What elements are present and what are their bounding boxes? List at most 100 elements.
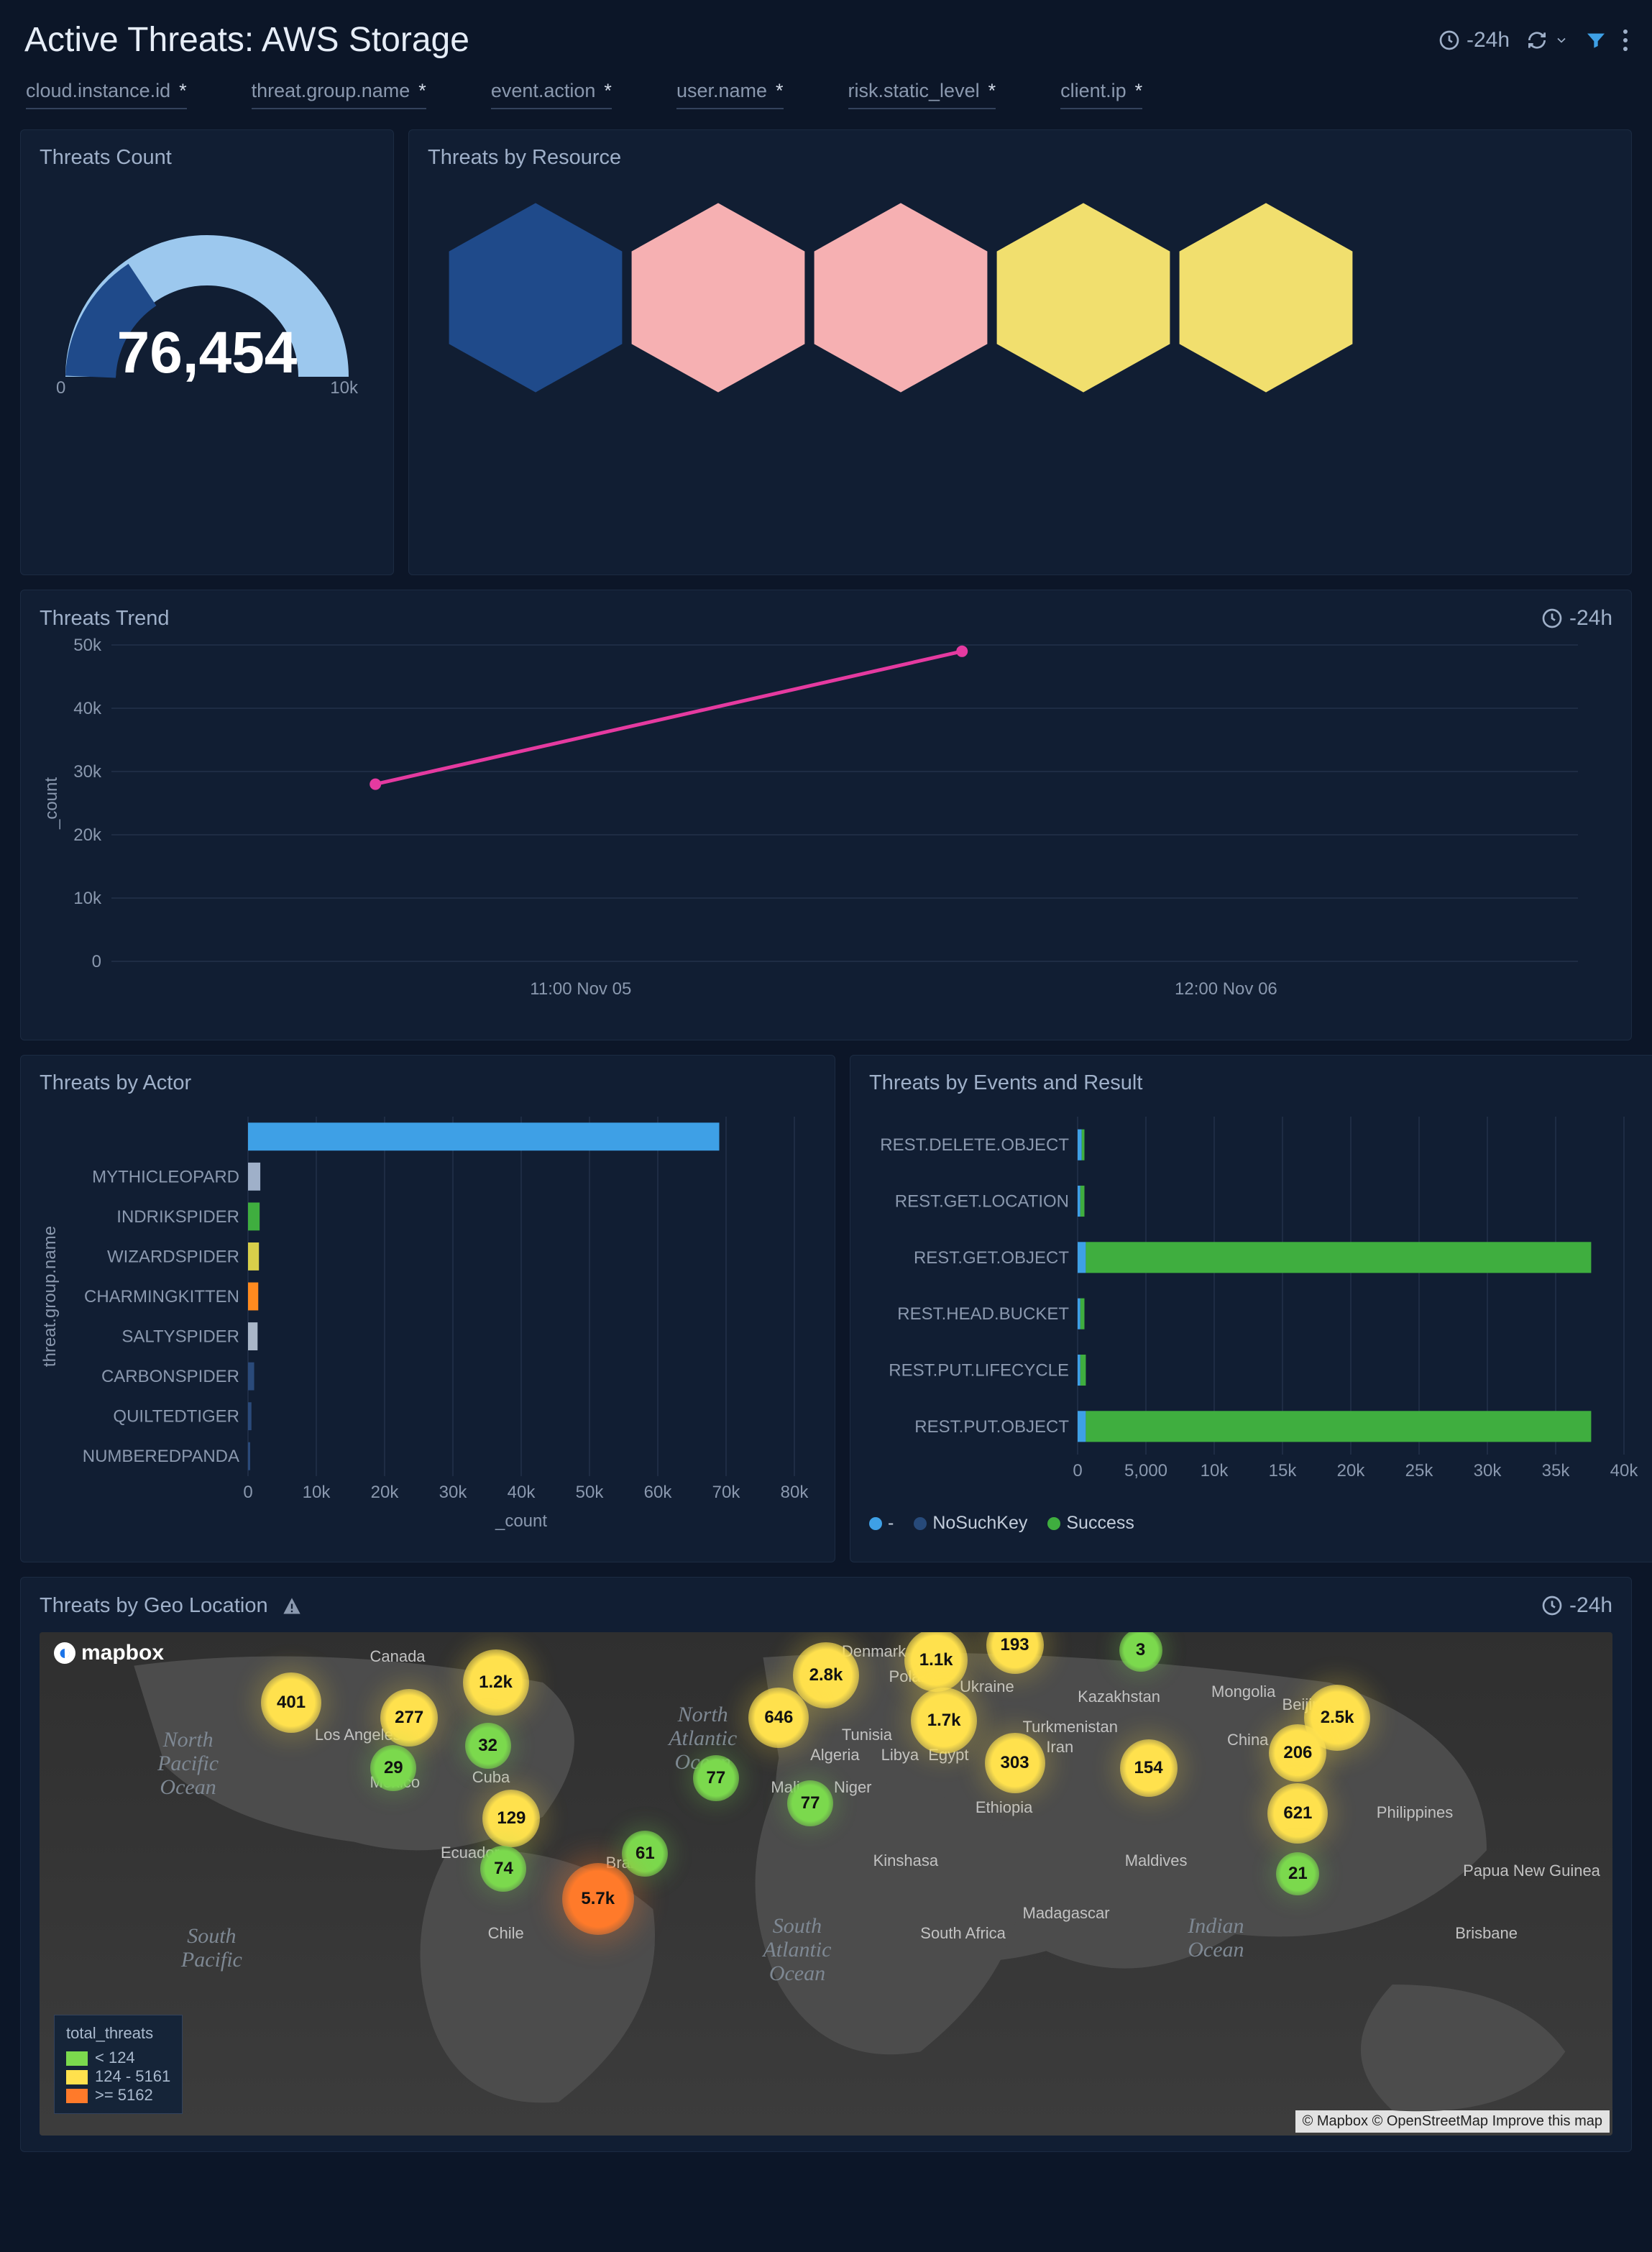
panel-time-range-label: -24h — [1569, 1593, 1612, 1618]
svg-text:20k: 20k — [1337, 1461, 1366, 1480]
svg-text:WIZARDSPIDER: WIZARDSPIDER — [107, 1247, 239, 1266]
map-cluster-bubble[interactable]: 5.7k — [562, 1863, 634, 1935]
legend-nokey: NoSuchKey — [932, 1513, 1027, 1533]
map-cluster-bubble[interactable]: 21 — [1276, 1852, 1319, 1895]
map-ocean-label: SouthPacific — [181, 1924, 242, 1972]
map-cluster-bubble[interactable]: 77 — [693, 1755, 739, 1801]
map-cluster-bubble[interactable]: 1.1k — [904, 1632, 968, 1692]
map-cluster-bubble[interactable]: 29 — [370, 1745, 416, 1791]
panel-threats-by-actor: Threats by Actor 010k20k30k40k50k60k70k8… — [20, 1055, 835, 1562]
filter-button[interactable] — [1584, 29, 1607, 52]
panel-title: Threats by Actor — [40, 1071, 816, 1095]
gauge-min: 0 — [56, 378, 65, 398]
svg-text:REST.PUT.OBJECT: REST.PUT.OBJECT — [914, 1417, 1069, 1437]
filter-threat.group.name[interactable]: threat.group.name* — [252, 80, 426, 109]
svg-text:35k: 35k — [1542, 1461, 1571, 1480]
svg-text:50k: 50k — [73, 636, 102, 655]
panel-title: Threats Trend — [40, 607, 170, 631]
actor-chart: 010k20k30k40k50k60k70k80kMYTHICLEOPARDIN… — [40, 1095, 816, 1541]
svg-text:10k: 10k — [73, 889, 102, 908]
map-place-label: Canada — [370, 1647, 425, 1666]
panel-title: Threats by Geo Location — [40, 1594, 268, 1617]
filter-cloud.instance.id[interactable]: cloud.instance.id* — [26, 80, 187, 109]
more-menu-button[interactable] — [1623, 29, 1628, 51]
map-cluster-bubble[interactable]: 77 — [787, 1780, 833, 1826]
filter-client.ip[interactable]: client.ip* — [1060, 80, 1142, 109]
filter-event.action[interactable]: event.action* — [491, 80, 612, 109]
svg-text:REST.HEAD.BUCKET: REST.HEAD.BUCKET — [897, 1304, 1069, 1324]
map-cluster-bubble[interactable]: 1.2k — [463, 1649, 529, 1716]
filter-user.name[interactable]: user.name * — [676, 80, 784, 109]
map-cluster-bubble[interactable]: 61 — [622, 1831, 668, 1877]
map-ocean-label: NorthPacificOcean — [157, 1728, 219, 1799]
map-cluster-bubble[interactable]: 303 — [985, 1733, 1045, 1793]
hex-cell[interactable] — [800, 197, 1001, 398]
svg-text:_count: _count — [495, 1511, 547, 1531]
panel-time-range[interactable]: -24h — [1541, 606, 1612, 631]
map-cluster-bubble[interactable]: 277 — [380, 1689, 438, 1747]
map-cluster-bubble[interactable]: 3 — [1119, 1632, 1162, 1672]
map-place-label: Cuba — [472, 1768, 510, 1787]
hex-cell[interactable] — [1165, 197, 1367, 398]
map-cluster-bubble[interactable]: 129 — [482, 1790, 540, 1847]
hex-cell[interactable] — [618, 197, 819, 398]
hex-cell[interactable] — [983, 197, 1184, 398]
panel-threats-count: Threats Count 76,454 0 10k — [20, 129, 394, 575]
time-range-button[interactable]: -24h — [1438, 28, 1510, 52]
map-cluster-bubble[interactable]: 621 — [1267, 1783, 1328, 1844]
filter-risk.static_level[interactable]: risk.static_level* — [848, 80, 996, 109]
filter-label: event.action — [491, 80, 596, 102]
panel-title: Threats by Resource — [428, 146, 1612, 170]
map-place-label: Philippines — [1377, 1803, 1453, 1822]
svg-text:40k: 40k — [1610, 1461, 1639, 1480]
panel-threats-by-resource: Threats by Resource — [408, 129, 1632, 575]
panel-threats-by-geo: Threats by Geo Location -24h ◐mapbox tot… — [20, 1577, 1632, 2152]
svg-text:11:00 Nov 05: 11:00 Nov 05 — [530, 979, 631, 999]
map-cluster-bubble[interactable]: 1.7k — [911, 1688, 977, 1754]
time-range-label: -24h — [1467, 28, 1510, 52]
filter-label: user.name — [676, 80, 767, 102]
map-place-label: Chile — [488, 1924, 524, 1943]
filter-value: * — [776, 80, 784, 102]
svg-text:INDRIKSPIDER: INDRIKSPIDER — [116, 1207, 239, 1227]
geo-map[interactable]: ◐mapbox total_threats < 124124 - 5161>= … — [40, 1632, 1612, 2136]
map-place-label: Iran — [1046, 1738, 1073, 1757]
panel-time-range[interactable]: -24h — [1541, 1593, 1612, 1618]
map-cluster-bubble[interactable]: 74 — [480, 1846, 526, 1892]
svg-text:20k: 20k — [371, 1483, 400, 1502]
svg-text:80k: 80k — [781, 1483, 809, 1502]
svg-text:12:00 Nov 06: 12:00 Nov 06 — [1175, 979, 1277, 999]
filter-bar: cloud.instance.id*threat.group.name*even… — [20, 77, 1632, 129]
svg-text:MYTHICLEOPARD: MYTHICLEOPARD — [92, 1167, 239, 1186]
svg-text:30k: 30k — [439, 1483, 468, 1502]
svg-text:5,000: 5,000 — [1124, 1461, 1167, 1480]
legend-success: Success — [1066, 1513, 1134, 1533]
chevron-down-icon — [1554, 29, 1569, 52]
map-cluster-bubble[interactable]: 32 — [465, 1723, 511, 1769]
map-ocean-label: IndianOcean — [1188, 1914, 1244, 1962]
refresh-button[interactable] — [1525, 29, 1569, 52]
clock-icon — [1438, 29, 1461, 52]
svg-text:40k: 40k — [508, 1483, 536, 1502]
filter-value: * — [988, 80, 996, 102]
map-cluster-bubble[interactable]: 401 — [261, 1672, 321, 1733]
legend-dash: - — [888, 1513, 894, 1533]
svg-text:REST.GET.OBJECT: REST.GET.OBJECT — [914, 1248, 1069, 1268]
map-cluster-bubble[interactable]: 2.8k — [793, 1642, 859, 1708]
map-cluster-bubble[interactable]: 154 — [1120, 1739, 1178, 1797]
svg-text:0: 0 — [243, 1483, 252, 1502]
svg-text:60k: 60k — [644, 1483, 673, 1502]
map-place-label: South Africa — [920, 1924, 1006, 1943]
svg-text:25k: 25k — [1405, 1461, 1434, 1480]
filter-label: cloud.instance.id — [26, 80, 170, 102]
svg-text:CARBONSPIDER: CARBONSPIDER — [101, 1367, 239, 1386]
filter-label: threat.group.name — [252, 80, 410, 102]
map-cluster-bubble[interactable]: 646 — [748, 1688, 809, 1748]
hex-cell[interactable] — [435, 197, 636, 398]
map-cluster-bubble[interactable]: 206 — [1269, 1724, 1326, 1782]
svg-text:SALTYSPIDER: SALTYSPIDER — [121, 1327, 239, 1347]
svg-text:threat.group.name: threat.group.name — [40, 1226, 60, 1367]
gauge-value: 76,454 — [117, 319, 298, 387]
map-place-label: Brisbane — [1455, 1924, 1518, 1943]
svg-text:20k: 20k — [73, 825, 102, 845]
